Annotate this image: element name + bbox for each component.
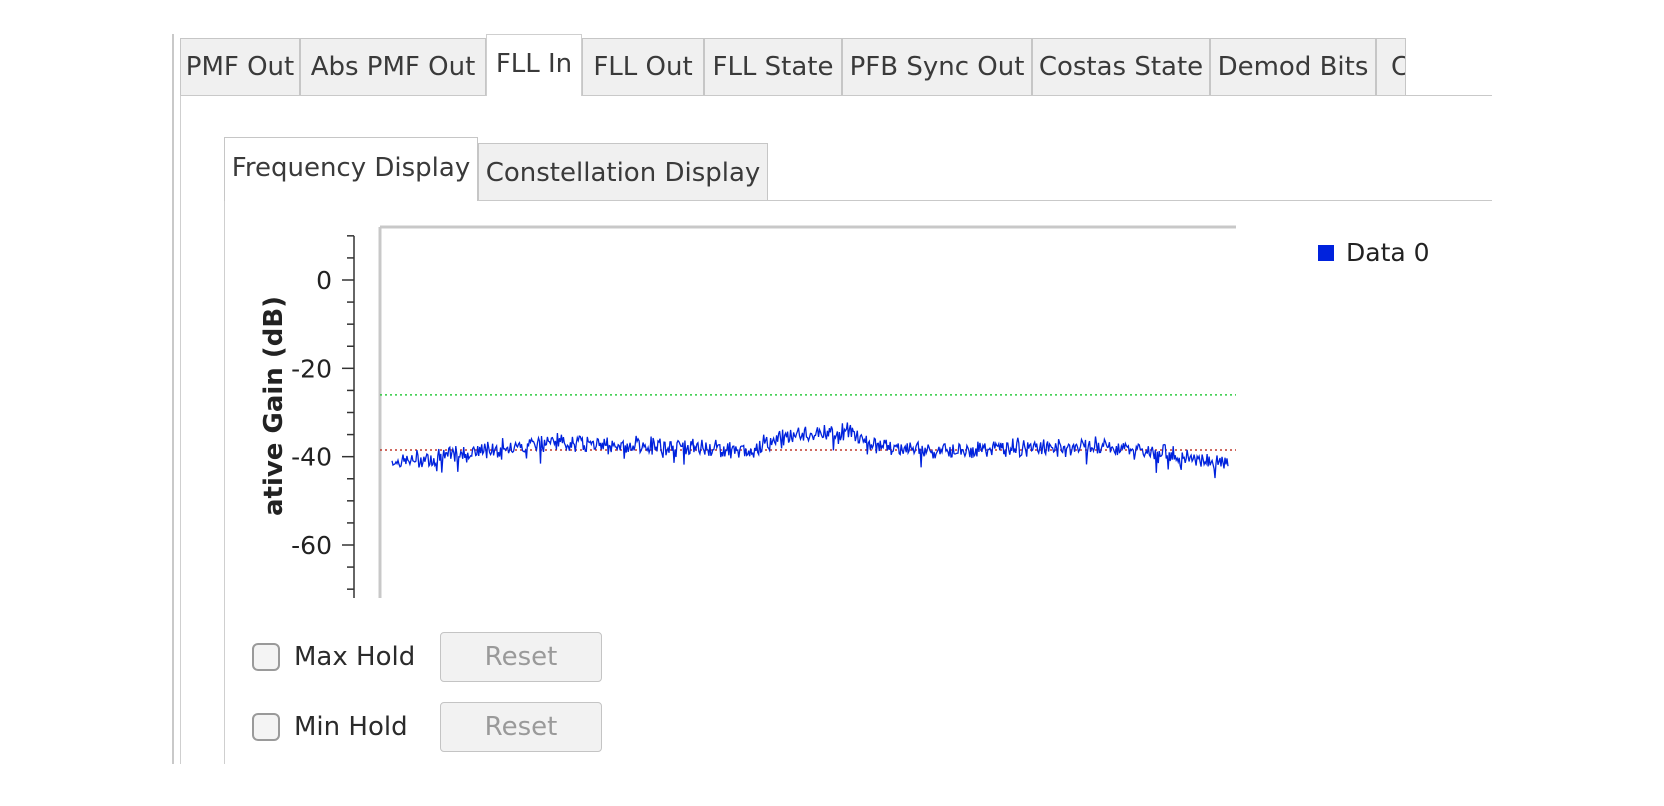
min-hold-row: Min Hold <box>252 712 408 742</box>
y-axis <box>342 235 355 598</box>
max-hold-label: Max Hold <box>294 642 416 672</box>
tab-constellation-display[interactable]: Constellation Display <box>478 143 768 201</box>
max-hold-row: Max Hold <box>252 642 415 672</box>
plot-canvas <box>380 226 1236 598</box>
y-tick-label: 0 <box>316 266 332 295</box>
legend-swatch-data-0 <box>1318 244 1334 261</box>
legend-label-data-0: Data 0 <box>1346 238 1430 267</box>
min-hold-reset-button[interactable]: Reset <box>440 702 602 752</box>
tab-fll-out[interactable]: FLL Out <box>582 38 704 95</box>
y-tick-label: -40 <box>291 443 332 472</box>
tab-pfb-sync-out[interactable]: PFB Sync Out <box>842 38 1032 95</box>
tab-overflow[interactable]: C <box>1376 38 1406 95</box>
tab-costas-state[interactable]: Costas State <box>1032 38 1210 95</box>
tab-fll-in[interactable]: FLL In <box>486 34 582 96</box>
chart-legend: Data 0 <box>1318 238 1430 267</box>
frequency-plot[interactable]: ative Gain (dB) 0 -20 -40 -60 <box>234 220 1294 620</box>
tab-fll-state[interactable]: FLL State <box>704 38 842 95</box>
y-tick-labels: 0 -20 -40 -60 <box>291 266 332 560</box>
max-hold-reset-button[interactable]: Reset <box>440 632 602 682</box>
tab-abs-pmf-out[interactable]: Abs PMF Out <box>300 38 486 95</box>
tab-pmf-out[interactable]: PMF Out <box>180 38 300 95</box>
y-tick-label: -20 <box>291 354 332 383</box>
y-axis-label: ative Gain (dB) <box>259 296 289 516</box>
min-hold-checkbox[interactable] <box>252 713 280 741</box>
y-tick-label: -60 <box>291 531 332 560</box>
max-hold-checkbox[interactable] <box>252 643 280 671</box>
main-tab-bar: PMF Out Abs PMF Out FLL In FLL Out FLL S… <box>180 34 1492 96</box>
tab-demod-bits[interactable]: Demod Bits <box>1210 38 1376 95</box>
min-hold-label: Min Hold <box>294 712 408 742</box>
tab-frequency-display[interactable]: Frequency Display <box>224 137 478 201</box>
